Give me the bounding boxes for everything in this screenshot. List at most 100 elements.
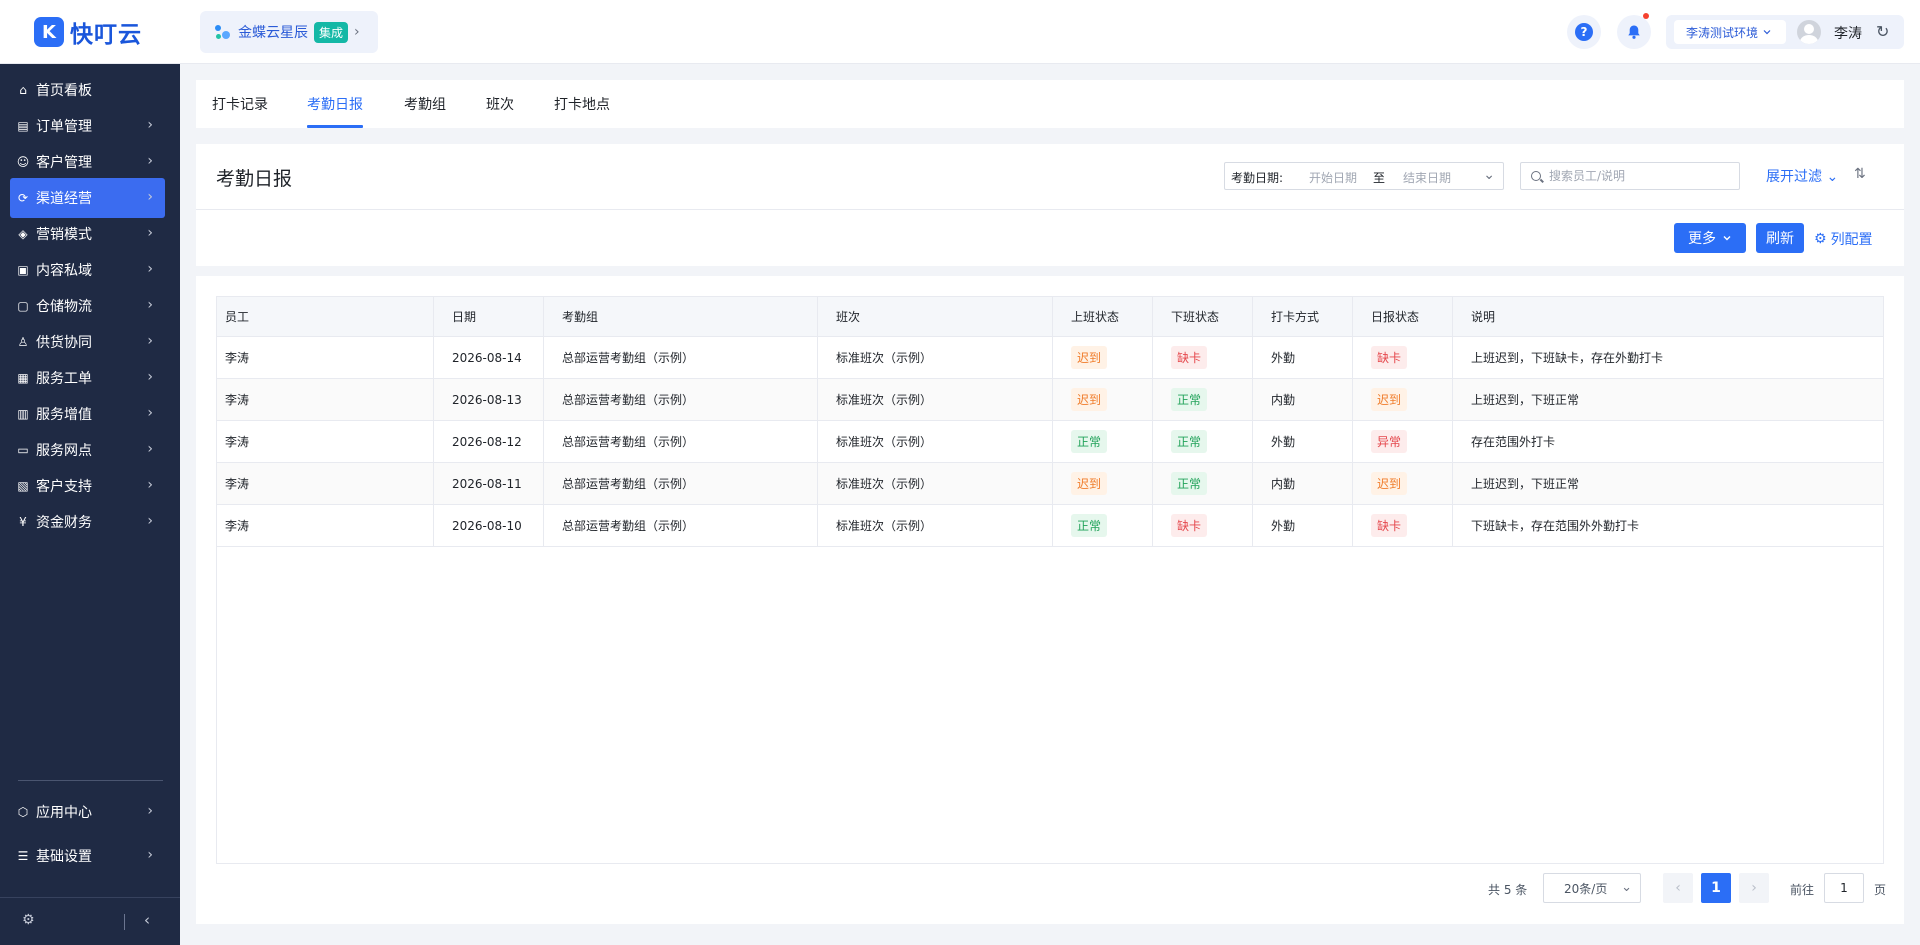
logo[interactable]: K 快叮云: [34, 16, 142, 48]
date-end-field[interactable]: 结束日期: [1403, 169, 1451, 186]
table-row[interactable]: 李涛 2026-08-12 总部运营考勤组（示例） 标准班次（示例） 正常 正常 外勤 异常 存…: [217, 421, 1883, 463]
sidebar-item-store[interactable]: ▭ 服务网点 ›: [10, 430, 165, 470]
sidebar-item-bag[interactable]: ▥ 服务增值 ›: [10, 394, 165, 434]
date-start-field[interactable]: 开始日期: [1309, 169, 1357, 186]
table-cell-shift: 标准班次（示例）: [818, 379, 1053, 420]
status-badge: 缺卡: [1171, 514, 1208, 537]
settings-icon: ⚙: [1814, 231, 1827, 247]
gear-icon[interactable]: ⚙: [22, 912, 35, 928]
date-range-picker[interactable]: 考勤日期: 开始日期 至 结束日期 ⌄: [1224, 162, 1504, 190]
sidebar-item-image[interactable]: ▣ 内容私域 ›: [10, 250, 165, 290]
table-cell-employee: 李涛: [217, 505, 434, 546]
sidebar-item-ticket[interactable]: ▦ 服务工单 ›: [10, 358, 165, 398]
integration-badge[interactable]: 金蝶云星辰 集成 ›: [200, 11, 378, 53]
status-badge: 缺卡: [1171, 346, 1208, 369]
sidebar-item-yuan[interactable]: ¥ 资金财务 ›: [10, 502, 165, 542]
sidebar-item-user[interactable]: ☺ 客户管理 ›: [10, 142, 165, 182]
column-header[interactable]: 考勤组: [544, 297, 818, 336]
sidebar-item-label: 服务增值: [36, 407, 92, 423]
sidebar: ⚙ ‹ ⌂ 首页看板 ▤ 订单管理 › ☺ 客户管理 › ⟳ 渠道经营 › ◈ 营销模式 › ▣ 内容私域 › ▢…: [0, 64, 180, 945]
tab-daily-report[interactable]: 考勤日报: [307, 94, 363, 114]
status-badge: 正常: [1171, 430, 1208, 453]
notification-dot: [1643, 13, 1649, 19]
environment-select[interactable]: 李涛测试环境: [1674, 20, 1786, 44]
more-button[interactable]: 更多: [1674, 223, 1746, 253]
sidebar-item-label: 内容私域: [36, 263, 92, 279]
sort-icon[interactable]: ⇅: [1854, 166, 1866, 182]
table-row[interactable]: 李涛 2026-08-11 总部运营考勤组（示例） 标准班次（示例） 迟到 正常 内勤 迟到上…: [217, 463, 1883, 505]
tab-attendance-group[interactable]: 考勤组: [404, 94, 446, 114]
column-header[interactable]: 员工: [217, 297, 434, 336]
column-config-button[interactable]: ⚙ 列配置: [1814, 229, 1873, 249]
sidebar-item-order[interactable]: ▤ 订单管理 ›: [10, 106, 165, 146]
chevron-right-icon: ›: [354, 24, 360, 40]
column-header[interactable]: 日期: [434, 297, 544, 336]
table-cell-date: 2026-08-14: [434, 337, 544, 378]
table-cell-group: 总部运营考勤组（示例）: [544, 505, 818, 546]
sidebar-item-home[interactable]: ⌂ 首页看板: [10, 70, 165, 110]
table-cell-group: 总部运营考勤组（示例）: [544, 379, 818, 420]
table-cell-employee: 李涛: [217, 337, 434, 378]
table-cell-shift: 标准班次（示例）: [818, 421, 1053, 462]
table-row[interactable]: 李涛 2026-08-10 总部运营考勤组（示例） 标准班次（示例） 正常 缺卡 外勤 缺卡下…: [217, 505, 1883, 547]
search-box: [1520, 162, 1740, 190]
action-bar: 更多 刷新 ⚙ 列配置: [196, 210, 1904, 266]
table-cell-in-status: 迟到: [1053, 463, 1153, 504]
chevron-right-icon: ›: [147, 153, 153, 169]
column-header[interactable]: 下班状态: [1153, 297, 1253, 336]
column-header[interactable]: 打卡方式: [1253, 297, 1353, 336]
column-header[interactable]: 说明: [1453, 297, 1883, 336]
avatar[interactable]: [1797, 20, 1821, 44]
search-input[interactable]: [1549, 167, 1735, 185]
tab-punch-records[interactable]: 打卡记录: [212, 94, 268, 114]
chevron-right-icon: ›: [147, 847, 153, 863]
table-cell-report: 缺卡: [1353, 505, 1453, 546]
sidebar-item-channel[interactable]: ⟳ 渠道经营 ›: [10, 178, 165, 218]
sidebar-item-cube[interactable]: ⬡ 应用中心 ›: [10, 792, 165, 832]
help-button[interactable]: ?: [1567, 15, 1601, 49]
refresh-button[interactable]: 刷新: [1756, 223, 1804, 253]
table-cell-group: 总部运营考勤组（示例）: [544, 337, 818, 378]
sidebar-item-supply[interactable]: ♙ 供货协同 ›: [10, 322, 165, 362]
chevron-right-icon: ›: [147, 477, 153, 493]
table-cell-report: 迟到: [1353, 463, 1453, 504]
status-badge: 迟到: [1371, 472, 1408, 495]
chevron-down-icon: [1723, 236, 1731, 241]
page-size-select[interactable]: 20条/页 ⌄: [1543, 873, 1641, 903]
page-unit-label: 页: [1874, 883, 1887, 897]
collapse-sidebar-icon[interactable]: ‹: [144, 911, 150, 929]
date-range-separator: 至: [1373, 171, 1386, 185]
sidebar-item-label: 服务工单: [36, 371, 92, 387]
table-cell-note: 上班迟到，下班正常: [1471, 477, 1580, 491]
status-badge: 迟到: [1371, 388, 1408, 411]
tab-shift[interactable]: 班次: [486, 94, 514, 114]
yuan-icon: ¥: [19, 515, 27, 529]
sidebar-item-tag[interactable]: ◈ 营销模式 ›: [10, 214, 165, 254]
user-name: 李涛: [1834, 26, 1862, 42]
sidebar-item-settings-list[interactable]: ☰ 基础设置 ›: [10, 836, 165, 876]
refresh-icon[interactable]: ↻: [1876, 22, 1889, 41]
column-header[interactable]: 日报状态: [1353, 297, 1453, 336]
table-cell-note: 下班缺卡，存在范围外外勤打卡: [1471, 519, 1640, 533]
chevron-right-icon: ›: [147, 189, 153, 205]
bell-icon: [1628, 25, 1640, 39]
table-row[interactable]: 李涛 2026-08-13 总部运营考勤组（示例） 标准班次（示例） 迟到 正常 内勤 迟到上…: [217, 379, 1883, 421]
column-header[interactable]: 班次: [818, 297, 1053, 336]
sidebar-item-support[interactable]: ▧ 客户支持 ›: [10, 466, 165, 506]
environment-label: 李涛测试环境: [1686, 25, 1759, 40]
next-page-button[interactable]: ›: [1739, 873, 1769, 903]
goto-page-input[interactable]: 1: [1824, 873, 1864, 903]
page-number-button[interactable]: 1: [1701, 873, 1731, 903]
sidebar-item-label: 客户支持: [36, 479, 92, 495]
table-row[interactable]: 李涛 2026-08-14 总部运营考勤组（示例） 标准班次（示例） 迟到 缺卡 外勤 缺卡上…: [217, 337, 1883, 379]
table-cell-employee: 李涛: [217, 463, 434, 504]
notification-button[interactable]: [1617, 13, 1651, 49]
expand-filter-button[interactable]: 展开过滤 ⌄: [1766, 166, 1838, 186]
column-header[interactable]: 上班状态: [1053, 297, 1153, 336]
page-size-value: 20条/页: [1564, 881, 1608, 896]
sidebar-item-warehouse[interactable]: ▢ 仓储物流 ›: [10, 286, 165, 326]
integration-tag: 集成: [314, 21, 349, 43]
chevron-down-icon: ⌄: [1826, 169, 1839, 185]
tab-punch-location[interactable]: 打卡地点: [554, 94, 610, 114]
prev-page-button[interactable]: ‹: [1663, 873, 1693, 903]
